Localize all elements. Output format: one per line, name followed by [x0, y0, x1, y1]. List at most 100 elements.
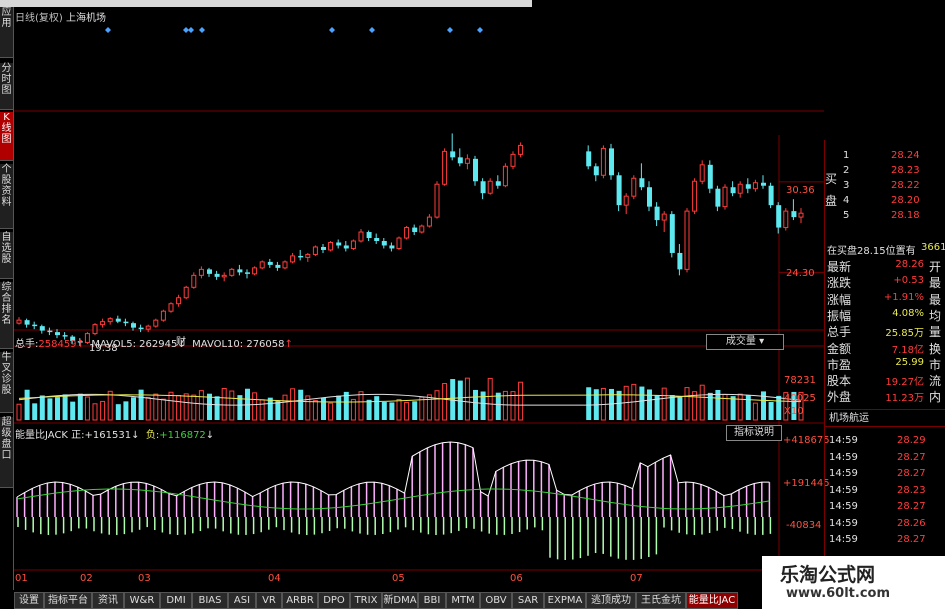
indicator-tab[interactable]: 资讯	[92, 592, 124, 609]
indicator-tab[interactable]: DPO	[318, 592, 350, 609]
left-nav-5[interactable]: 综合排名	[0, 282, 13, 349]
candle	[259, 260, 265, 270]
candle	[336, 239, 342, 249]
volume-tick-1: 78231	[784, 375, 816, 386]
candle	[168, 302, 174, 313]
volume-bar	[328, 402, 334, 421]
candle	[600, 145, 606, 179]
volume-bar	[647, 389, 652, 420]
tick-time: 14:59	[829, 435, 858, 446]
indicator-tab[interactable]: 新DMA	[382, 592, 418, 609]
candle	[198, 266, 204, 279]
signal-diamond-icon	[447, 27, 453, 33]
volume-tick-3: X10	[784, 406, 804, 417]
indicator-tab[interactable]: BIAS	[192, 592, 228, 609]
left-nav-4[interactable]: 自选股	[0, 232, 13, 279]
quote-row-extra: 最	[929, 292, 942, 307]
candle	[39, 324, 45, 334]
volume-bar	[70, 401, 76, 420]
candle	[487, 178, 493, 195]
indicator-tab[interactable]: W&R	[124, 592, 160, 609]
top-menu-bar: 综合资讯交易操盘盘面指标分析智能功能帮助	[0, 0, 532, 7]
candle	[593, 163, 599, 182]
volume-bar	[473, 389, 478, 420]
candle	[237, 264, 243, 276]
candle	[92, 323, 98, 336]
candle	[153, 318, 159, 328]
indicator-tab[interactable]: SAR	[512, 592, 544, 609]
indicator-tab-bar: 设置 指标平台 资讯 W&R DMI BIAS ASI VR ARBR DPO TRIX 新DMA BB…	[0, 590, 760, 609]
indicator-tab[interactable]: MTM	[446, 592, 480, 609]
quote-row-value: 4.08%	[892, 307, 924, 319]
left-nav-7[interactable]: 超级盘口	[0, 417, 13, 488]
candle	[145, 324, 151, 333]
mavol5-value: 262945	[139, 339, 178, 350]
candle	[404, 226, 410, 240]
candle	[684, 208, 690, 273]
left-nav-3[interactable]: 个股资料	[0, 164, 13, 229]
total-volume-label: 总手:	[15, 339, 39, 350]
quote-row-extra: 流	[929, 374, 942, 389]
volume-bar	[275, 401, 281, 420]
x-month-label: 07	[630, 573, 643, 584]
candle	[343, 240, 349, 252]
left-nav-2[interactable]: K线图	[0, 112, 13, 161]
volume-bar	[699, 384, 705, 421]
volume-bar	[290, 388, 296, 421]
news-title[interactable]: 机场航运	[825, 409, 945, 427]
volume-bar	[176, 394, 182, 421]
candle	[730, 181, 736, 197]
indicator-tab[interactable]: ASI	[228, 592, 256, 609]
left-nav-0[interactable]: 应用	[0, 7, 13, 58]
quote-row-label: 金额	[827, 341, 852, 356]
buy-level-row: 5 28.18	[843, 209, 943, 224]
volume-bar	[298, 389, 304, 420]
quote-row-label: 涨幅	[827, 292, 852, 307]
tick-time: 14:59	[829, 484, 858, 496]
candle	[768, 182, 774, 209]
indicator-tab[interactable]: EXPMA	[544, 592, 586, 609]
volume-bar	[123, 401, 129, 420]
volume-bar	[752, 402, 758, 421]
candle	[107, 317, 113, 325]
quote-row-value: 28.26	[895, 259, 924, 270]
candle	[715, 185, 721, 212]
indicator-legend: 能量比JACK 正:+161531↓ 负:+116872↓	[15, 430, 215, 441]
indicator-tab[interactable]: BBI	[418, 592, 446, 609]
candle	[639, 163, 645, 191]
quote-row-extra: 量	[929, 325, 942, 340]
volume-dropdown[interactable]: 成交量 ▾	[706, 334, 784, 350]
indicator-tab[interactable]: 能量比JAC	[686, 592, 738, 609]
indicator-tab[interactable]: 逃顶成功	[586, 592, 636, 609]
candle	[647, 181, 652, 212]
indicator-tab[interactable]: VR	[256, 592, 282, 609]
indicator-help-button[interactable]: 指标说明	[726, 425, 782, 441]
quote-row-value: 25.99	[895, 356, 924, 368]
indicator-tab[interactable]: 设置	[14, 592, 44, 609]
volume-bar	[77, 393, 83, 420]
indicator-tab[interactable]: 指标平台	[44, 592, 92, 609]
tick-time: 14:59	[829, 501, 858, 512]
indicator-tab[interactable]: 王氏金坑	[636, 592, 686, 609]
tick-price: 28.27	[897, 451, 926, 463]
tick-price: 28.29	[897, 435, 926, 446]
price-tick-1: 30.36	[786, 185, 815, 196]
indicator-tab[interactable]: DMI	[160, 592, 192, 609]
left-nav-6[interactable]: 牛叉诊股	[0, 352, 13, 413]
candle	[138, 324, 144, 333]
candle	[722, 184, 728, 210]
left-nav-1[interactable]: 分时图	[0, 63, 13, 110]
quote-row-value: 25.85万	[885, 328, 924, 340]
quote-row-extra: 均	[929, 308, 942, 323]
volume-bar	[92, 403, 98, 421]
candle	[267, 258, 273, 268]
volume-bar	[661, 387, 667, 421]
volume-bar	[198, 390, 204, 421]
indicator-tab[interactable]: TRIX	[350, 592, 382, 609]
volume-tick-2: 40025	[784, 393, 816, 404]
volume-bar	[518, 381, 524, 421]
indicator-tab[interactable]: ARBR	[282, 592, 318, 609]
candle	[214, 270, 220, 280]
indicator-tab[interactable]: OBV	[480, 592, 512, 609]
candle	[381, 238, 387, 249]
